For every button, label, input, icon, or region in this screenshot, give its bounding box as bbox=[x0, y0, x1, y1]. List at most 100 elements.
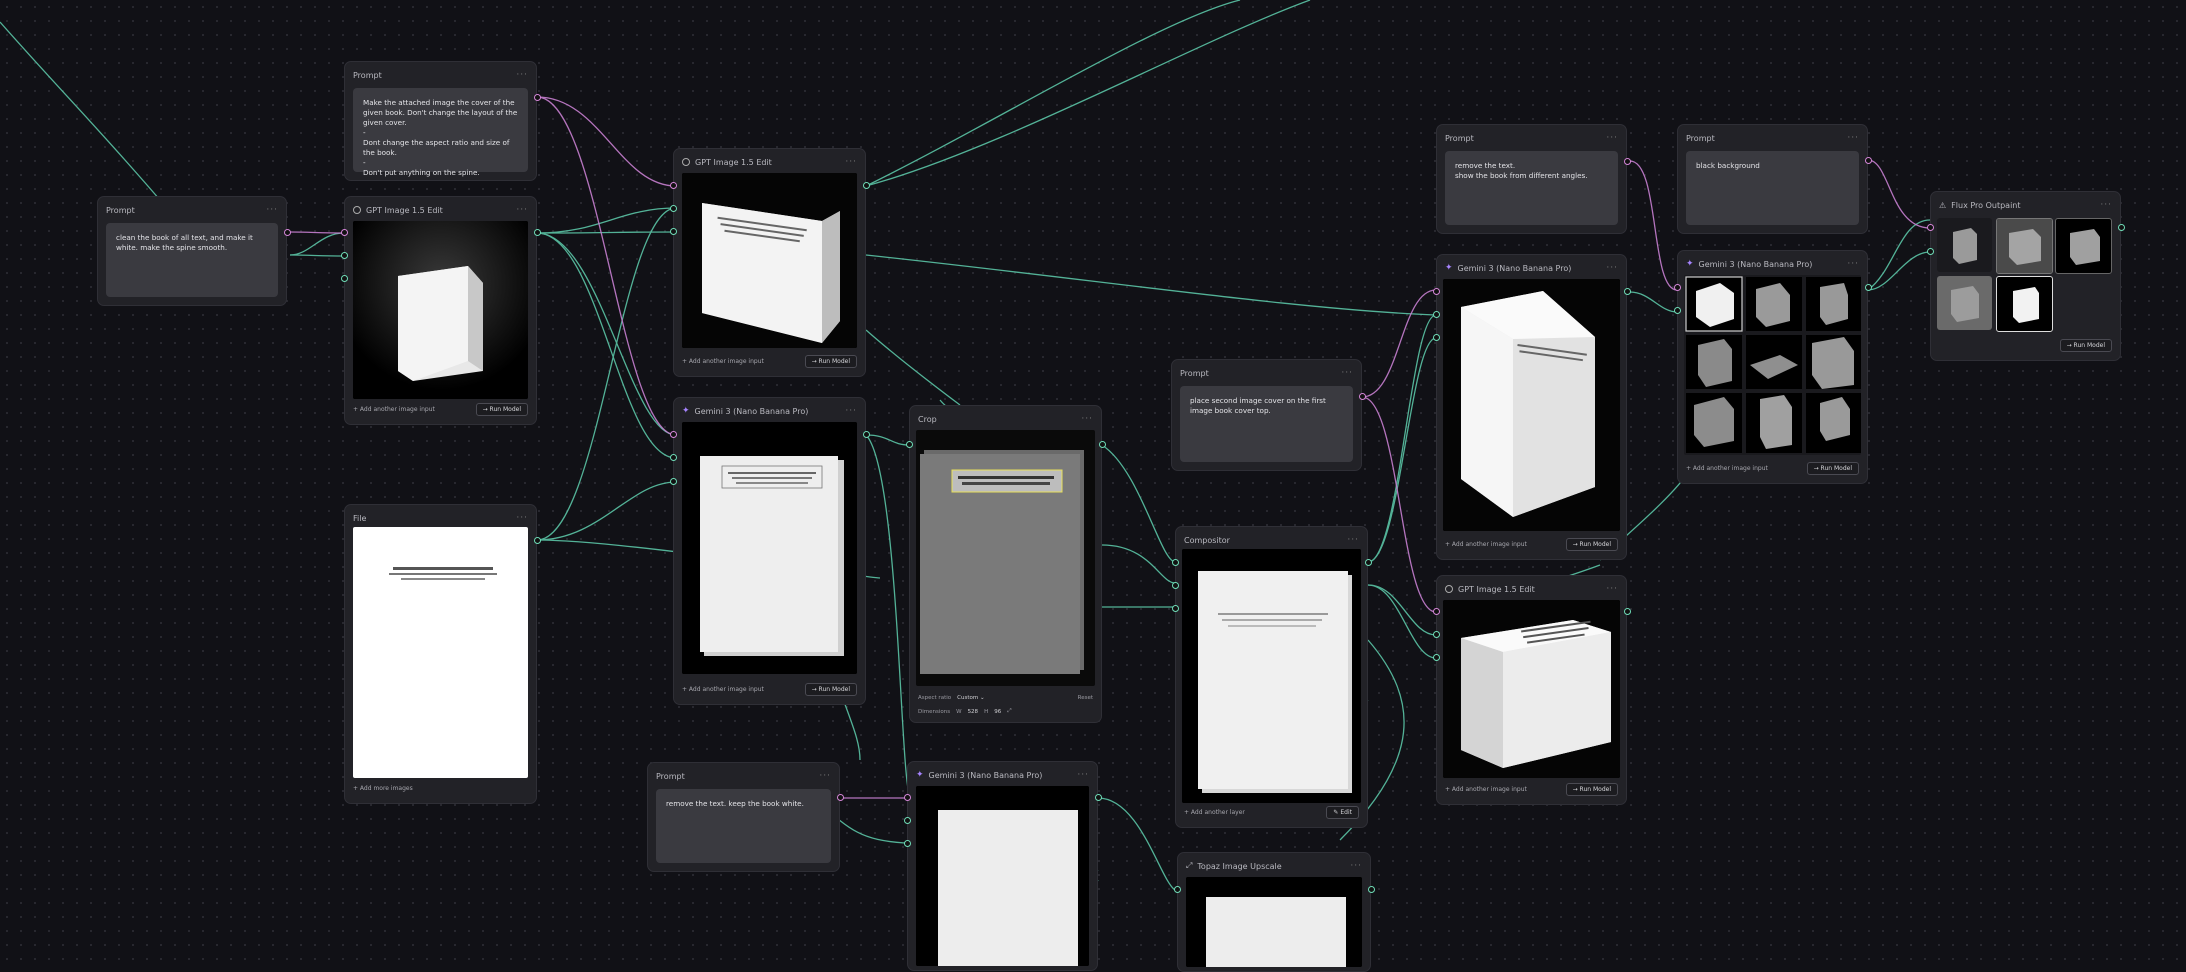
image-input-port[interactable] bbox=[670, 478, 677, 485]
output-thumbnail-selected[interactable] bbox=[1996, 276, 2053, 332]
gemini-node-4[interactable]: ✦ Gemini 3 (Nano Banana Pro) ··· + Add ano… bbox=[1677, 250, 1868, 484]
run-model-button[interactable]: → Run Model bbox=[475, 402, 528, 416]
prompt-input-port[interactable] bbox=[670, 182, 677, 189]
edit-button[interactable]: ✎ Edit bbox=[1326, 805, 1359, 819]
more-icon[interactable]: ··· bbox=[1341, 368, 1353, 378]
more-icon[interactable]: ··· bbox=[845, 157, 857, 167]
prompt-text[interactable]: Make the attached image the cover of the… bbox=[353, 88, 528, 177]
output-image-grid[interactable] bbox=[1684, 275, 1861, 455]
prompt-node-angles[interactable]: Prompt ··· remove the text. show the book… bbox=[1436, 124, 1627, 234]
prompt-output-port[interactable] bbox=[1359, 393, 1366, 400]
output-thumbnail[interactable] bbox=[1937, 276, 1992, 330]
run-model-button[interactable]: → Run Model bbox=[1806, 461, 1859, 475]
gemini-node-2[interactable]: ✦ Gemini 3 (Nano Banana Pro) ··· bbox=[907, 761, 1098, 971]
image-input-port[interactable] bbox=[904, 840, 911, 847]
image-input-port[interactable] bbox=[904, 817, 911, 824]
image-input-port[interactable] bbox=[1433, 334, 1440, 341]
run-model-button[interactable]: → Run Model bbox=[2059, 338, 2112, 352]
image-input-port[interactable] bbox=[1174, 886, 1181, 893]
prompt-input-port[interactable] bbox=[341, 229, 348, 236]
image-input-port[interactable] bbox=[670, 205, 677, 212]
expand-icon[interactable]: ⤢ bbox=[1007, 708, 1011, 715]
prompt-node-remove[interactable]: Prompt ··· remove the text. keep the book… bbox=[647, 762, 840, 872]
more-icon[interactable]: ··· bbox=[516, 70, 528, 80]
prompt-text[interactable]: remove the text. show the book from diff… bbox=[1445, 151, 1618, 225]
prompt-text[interactable]: place second image cover on the first im… bbox=[1180, 386, 1353, 462]
aspect-ratio-select[interactable]: Custom ⌄ bbox=[957, 695, 1072, 701]
more-icon[interactable]: ··· bbox=[516, 205, 528, 215]
topaz-upscale-node[interactable]: ⤢ Topaz Image Upscale ··· bbox=[1177, 852, 1371, 972]
reset-button[interactable]: Reset bbox=[1078, 695, 1093, 701]
image-input-port[interactable] bbox=[341, 275, 348, 282]
image-input-port[interactable] bbox=[670, 228, 677, 235]
image-output-port[interactable] bbox=[1099, 441, 1106, 448]
add-more-images-link[interactable]: + Add more images bbox=[353, 785, 413, 792]
run-model-button[interactable]: → Run Model bbox=[1565, 537, 1618, 551]
image-output-port[interactable] bbox=[1624, 288, 1631, 295]
add-image-input-link[interactable]: + Add another image input bbox=[353, 406, 435, 413]
prompt-text[interactable]: remove the text. keep the book white. bbox=[656, 789, 831, 863]
prompt-node-cover[interactable]: Prompt ··· Make the attached image the co… bbox=[344, 61, 537, 181]
image-output-port[interactable] bbox=[534, 537, 541, 544]
prompt-input-port[interactable] bbox=[1433, 608, 1440, 615]
image-input-port[interactable] bbox=[906, 441, 913, 448]
prompt-node-black[interactable]: Prompt ··· black background bbox=[1677, 124, 1868, 234]
more-icon[interactable]: ··· bbox=[819, 771, 831, 781]
prompt-output-port[interactable] bbox=[534, 94, 541, 101]
compositor-node[interactable]: Compositor ··· + Add another layer ✎ Edit bbox=[1175, 526, 1368, 828]
more-icon[interactable]: ··· bbox=[1606, 584, 1618, 594]
crop-node[interactable]: Crop ··· Aspect ratio Custom ⌄ Reset Dimens… bbox=[909, 405, 1102, 723]
file-node[interactable]: File ··· + Add more images bbox=[344, 504, 537, 804]
image-input-port[interactable] bbox=[670, 454, 677, 461]
image-input-port[interactable] bbox=[1433, 311, 1440, 318]
gpt-image-edit-node-3[interactable]: GPT Image 1.5 Edit ··· + Add another imag… bbox=[1436, 575, 1627, 805]
prompt-input-port[interactable] bbox=[904, 794, 911, 801]
run-model-button[interactable]: → Run Model bbox=[804, 682, 857, 696]
more-icon[interactable]: ··· bbox=[2100, 200, 2112, 210]
prompt-output-port[interactable] bbox=[837, 794, 844, 801]
more-icon[interactable]: ··· bbox=[1350, 861, 1362, 871]
add-image-input-link[interactable]: + Add another image input bbox=[1445, 786, 1527, 793]
flux-outpaint-node[interactable]: ⚠ Flux Pro Outpaint ··· → Run Model bbox=[1930, 191, 2121, 361]
prompt-output-port[interactable] bbox=[284, 229, 291, 236]
image-output-port[interactable] bbox=[1365, 559, 1372, 566]
image-input-port[interactable] bbox=[1674, 307, 1681, 314]
output-thumbnail[interactable] bbox=[1937, 218, 1992, 272]
run-model-button[interactable]: → Run Model bbox=[1565, 782, 1618, 796]
gpt-image-edit-node-2[interactable]: GPT Image 1.5 Edit ··· + Add another imag… bbox=[673, 148, 866, 377]
image-output-port[interactable] bbox=[1624, 608, 1631, 615]
add-image-input-link[interactable]: + Add another image input bbox=[682, 686, 764, 693]
prompt-input-port[interactable] bbox=[1927, 224, 1934, 231]
prompt-output-port[interactable] bbox=[1865, 157, 1872, 164]
prompt-text[interactable]: black background bbox=[1686, 151, 1859, 225]
crop-canvas[interactable] bbox=[916, 430, 1095, 686]
prompt-input-port[interactable] bbox=[1674, 284, 1681, 291]
more-icon[interactable]: ··· bbox=[266, 205, 278, 215]
width-input[interactable]: 528 bbox=[968, 709, 979, 715]
more-icon[interactable]: ··· bbox=[1606, 133, 1618, 143]
more-icon[interactable]: ··· bbox=[1347, 535, 1359, 545]
output-thumbnail[interactable] bbox=[2055, 218, 2112, 274]
image-input-port[interactable] bbox=[1172, 582, 1179, 589]
height-input[interactable]: 96 bbox=[994, 709, 1001, 715]
more-icon[interactable]: ··· bbox=[516, 513, 528, 523]
image-input-port[interactable] bbox=[1172, 559, 1179, 566]
more-icon[interactable]: ··· bbox=[1077, 770, 1089, 780]
more-icon[interactable]: ··· bbox=[1847, 133, 1859, 143]
add-image-input-link[interactable]: + Add another image input bbox=[1445, 541, 1527, 548]
more-icon[interactable]: ··· bbox=[1606, 263, 1618, 273]
prompt-text[interactable]: clean the book of all text, and make it … bbox=[106, 223, 278, 297]
image-input-port[interactable] bbox=[1433, 631, 1440, 638]
image-input-port[interactable] bbox=[341, 252, 348, 259]
image-output-port[interactable] bbox=[863, 431, 870, 438]
prompt-node-clean[interactable]: Prompt ··· clean the book of all text, an… bbox=[97, 196, 287, 306]
add-layer-link[interactable]: + Add another layer bbox=[1184, 809, 1245, 816]
prompt-input-port[interactable] bbox=[670, 431, 677, 438]
image-output-port[interactable] bbox=[534, 229, 541, 236]
gemini-node-1[interactable]: ✦ Gemini 3 (Nano Banana Pro) ··· + Add ano… bbox=[673, 397, 866, 705]
composite-preview[interactable] bbox=[1182, 549, 1361, 803]
prompt-output-port[interactable] bbox=[1624, 158, 1631, 165]
image-input-port[interactable] bbox=[1433, 654, 1440, 661]
more-icon[interactable]: ··· bbox=[845, 406, 857, 416]
gemini-node-3[interactable]: ✦ Gemini 3 (Nano Banana Pro) ··· + Add ano… bbox=[1436, 254, 1627, 560]
